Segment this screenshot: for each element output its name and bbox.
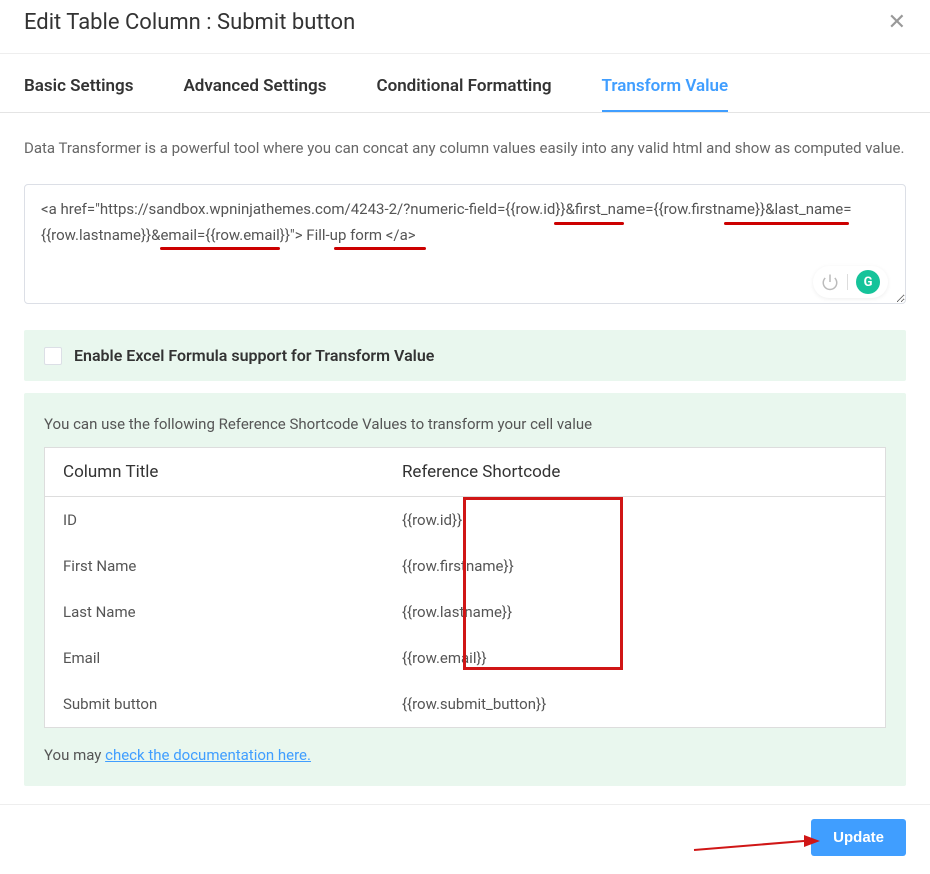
reference-header-shortcode: Reference Shortcode [384,448,886,497]
table-row: ID {{row.id}} [45,497,886,544]
enable-formula-checkbox[interactable] [44,347,62,365]
close-icon[interactable]: ✕ [888,10,906,35]
tab-basic-settings[interactable]: Basic Settings [24,76,133,112]
formula-option-panel: Enable Excel Formula support for Transfo… [24,330,906,381]
tab-transform-value[interactable]: Transform Value [602,76,729,112]
ref-col-title: ID [45,497,384,544]
annotation-underline [160,247,280,250]
doc-prefix: You may [44,746,105,764]
ref-col-title: First Name [45,543,384,589]
tabs: Basic Settings Advanced Settings Conditi… [0,76,930,113]
ref-col-shortcode: {{row.id}} [384,497,886,544]
reference-table: Column Title Reference Shortcode ID {{ro… [44,447,886,728]
annotation-underline [724,222,849,225]
reference-intro: You can use the following Reference Shor… [44,415,886,433]
annotation-underline [334,247,426,250]
annotation-underline [554,222,624,225]
documentation-link[interactable]: check the documentation here. [105,746,311,764]
reference-header-title: Column Title [45,448,384,497]
table-row: Submit button {{row.submit_button}} [45,681,886,728]
table-row: Email {{row.email}} [45,635,886,681]
table-row: Last Name {{row.lastname}} [45,589,886,635]
power-icon[interactable] [821,273,839,291]
doc-line: You may check the documentation here. [44,746,886,764]
ref-col-title: Last Name [45,589,384,635]
enable-formula-label: Enable Excel Formula support for Transfo… [74,346,434,365]
ref-col-title: Submit button [45,681,384,728]
update-button[interactable]: Update [811,819,906,856]
ref-col-shortcode: {{row.lastname}} [384,589,886,635]
ref-col-shortcode: {{row.firstname}} [384,543,886,589]
modal-title: Edit Table Column : Submit button [24,10,355,35]
table-row: First Name {{row.firstname}} [45,543,886,589]
reference-panel: You can use the following Reference Shor… [24,393,906,786]
ref-col-shortcode: {{row.email}} [384,635,886,681]
grammarly-icon[interactable]: G [856,270,880,294]
separator [847,274,848,290]
annotation-arrow [692,828,822,858]
ref-col-title: Email [45,635,384,681]
tab-advanced-settings[interactable]: Advanced Settings [183,76,326,112]
transformer-description: Data Transformer is a powerful tool wher… [24,135,906,162]
tab-conditional-formatting[interactable]: Conditional Formatting [376,76,551,112]
ref-col-shortcode: {{row.submit_button}} [384,681,886,728]
grammarly-widget: G [813,266,888,298]
transform-code-input[interactable] [24,184,906,304]
